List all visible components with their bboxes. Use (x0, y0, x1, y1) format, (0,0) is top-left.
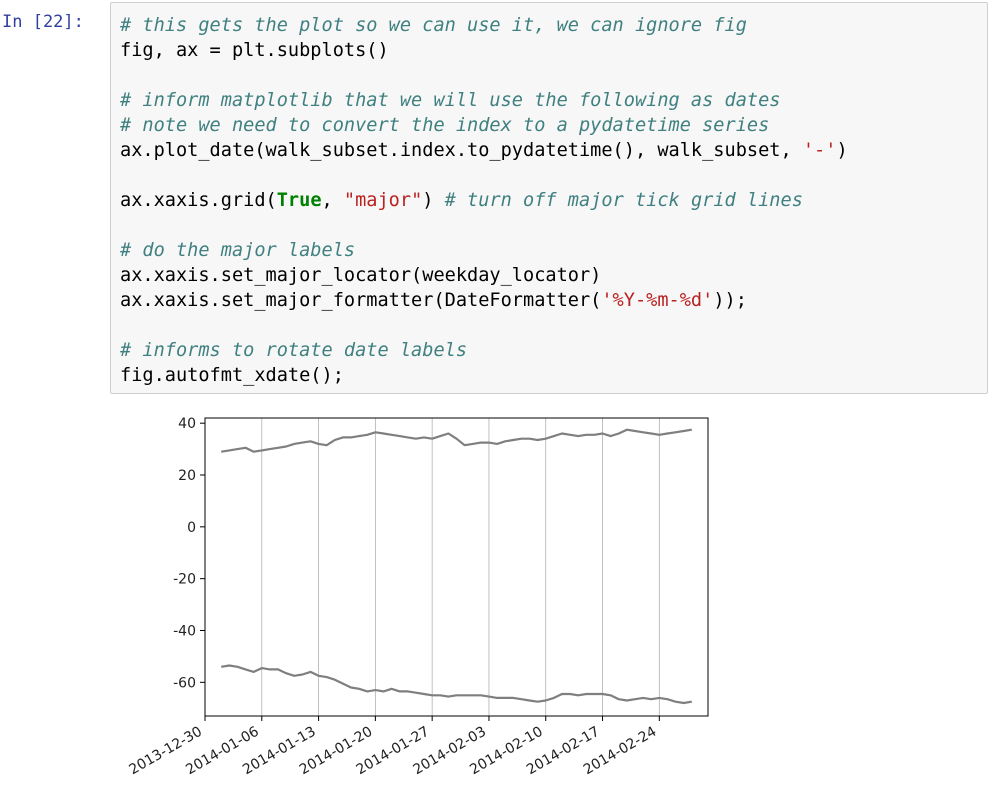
y-tick-label: -60 (173, 675, 196, 691)
code-comment: # do the major labels (120, 240, 356, 261)
code-line: ax.xaxis.grid(True, "major") # turn off … (120, 188, 848, 213)
code-line: # informs to rotate date labels (120, 338, 848, 363)
code-token: fig, ax = plt.subplots() (120, 40, 389, 61)
code-comment: # turn off major tick grid lines (444, 190, 803, 211)
code-line: ax.xaxis.set_major_formatter(DateFormatt… (120, 288, 848, 313)
code-token: ax.xaxis.set_major_formatter(DateFormatt… (120, 290, 602, 311)
code-line: # note we need to convert the index to a… (120, 113, 848, 138)
y-tick-label: 20 (178, 468, 196, 484)
code-comment: # note we need to convert the index to a… (120, 115, 770, 136)
series-line-1 (221, 428, 692, 453)
code-line: fig, ax = plt.subplots() (120, 38, 848, 63)
y-tick-label: -20 (173, 572, 196, 588)
code-token: ax.xaxis.set_major_locator(weekday_locat… (120, 265, 602, 286)
code-comment: # inform matplotlib that we will use the… (120, 90, 781, 111)
code-token: ) (836, 140, 848, 161)
code-string: '%Y-%m-%d' (601, 290, 714, 311)
y-tick-label: -40 (173, 623, 196, 639)
code-token: ) (422, 190, 445, 211)
code-keyword: True (276, 190, 322, 211)
cell-output: 40 20 0 -20 -40 -60 2013-12-30 2014-01-06 2014-0… (110, 406, 730, 783)
code-comment: # this gets the plot so we can use it, w… (120, 15, 747, 36)
code-comment: # informs to rotate date labels (120, 340, 468, 361)
code-token: fig.autofmt_xdate(); (120, 365, 344, 386)
code-line: ax.xaxis.set_major_locator(weekday_locat… (120, 263, 848, 288)
y-tick-label: 40 (178, 416, 196, 432)
code-string: "major" (343, 190, 423, 211)
code-token: )); (713, 290, 747, 311)
code-token: , (321, 190, 344, 211)
code-line: # this gets the plot so we can use it, w… (120, 13, 848, 38)
code-line: fig.autofmt_xdate(); (120, 363, 848, 388)
series-line-2 (221, 664, 692, 705)
code-cell[interactable]: # this gets the plot so we can use it, w… (110, 2, 988, 394)
code-line: # do the major labels (120, 238, 848, 263)
code-line: ax.plot_date(walk_subset.index.to_pydate… (120, 138, 848, 163)
code-token: ax.plot_date(walk_subset.index.to_pydate… (120, 140, 803, 161)
cell-prompt: In [22]: (2, 12, 84, 32)
code-editor[interactable]: # this gets the plot so we can use it, w… (120, 13, 848, 388)
code-string: '-' (802, 140, 837, 161)
code-token: ax.xaxis.grid( (120, 190, 277, 211)
code-line: # inform matplotlib that we will use the… (120, 88, 848, 113)
line-chart: 40200-20-40-602013-12-302014-01-062014-0… (127, 416, 709, 778)
y-tick-label: 0 (187, 520, 196, 536)
